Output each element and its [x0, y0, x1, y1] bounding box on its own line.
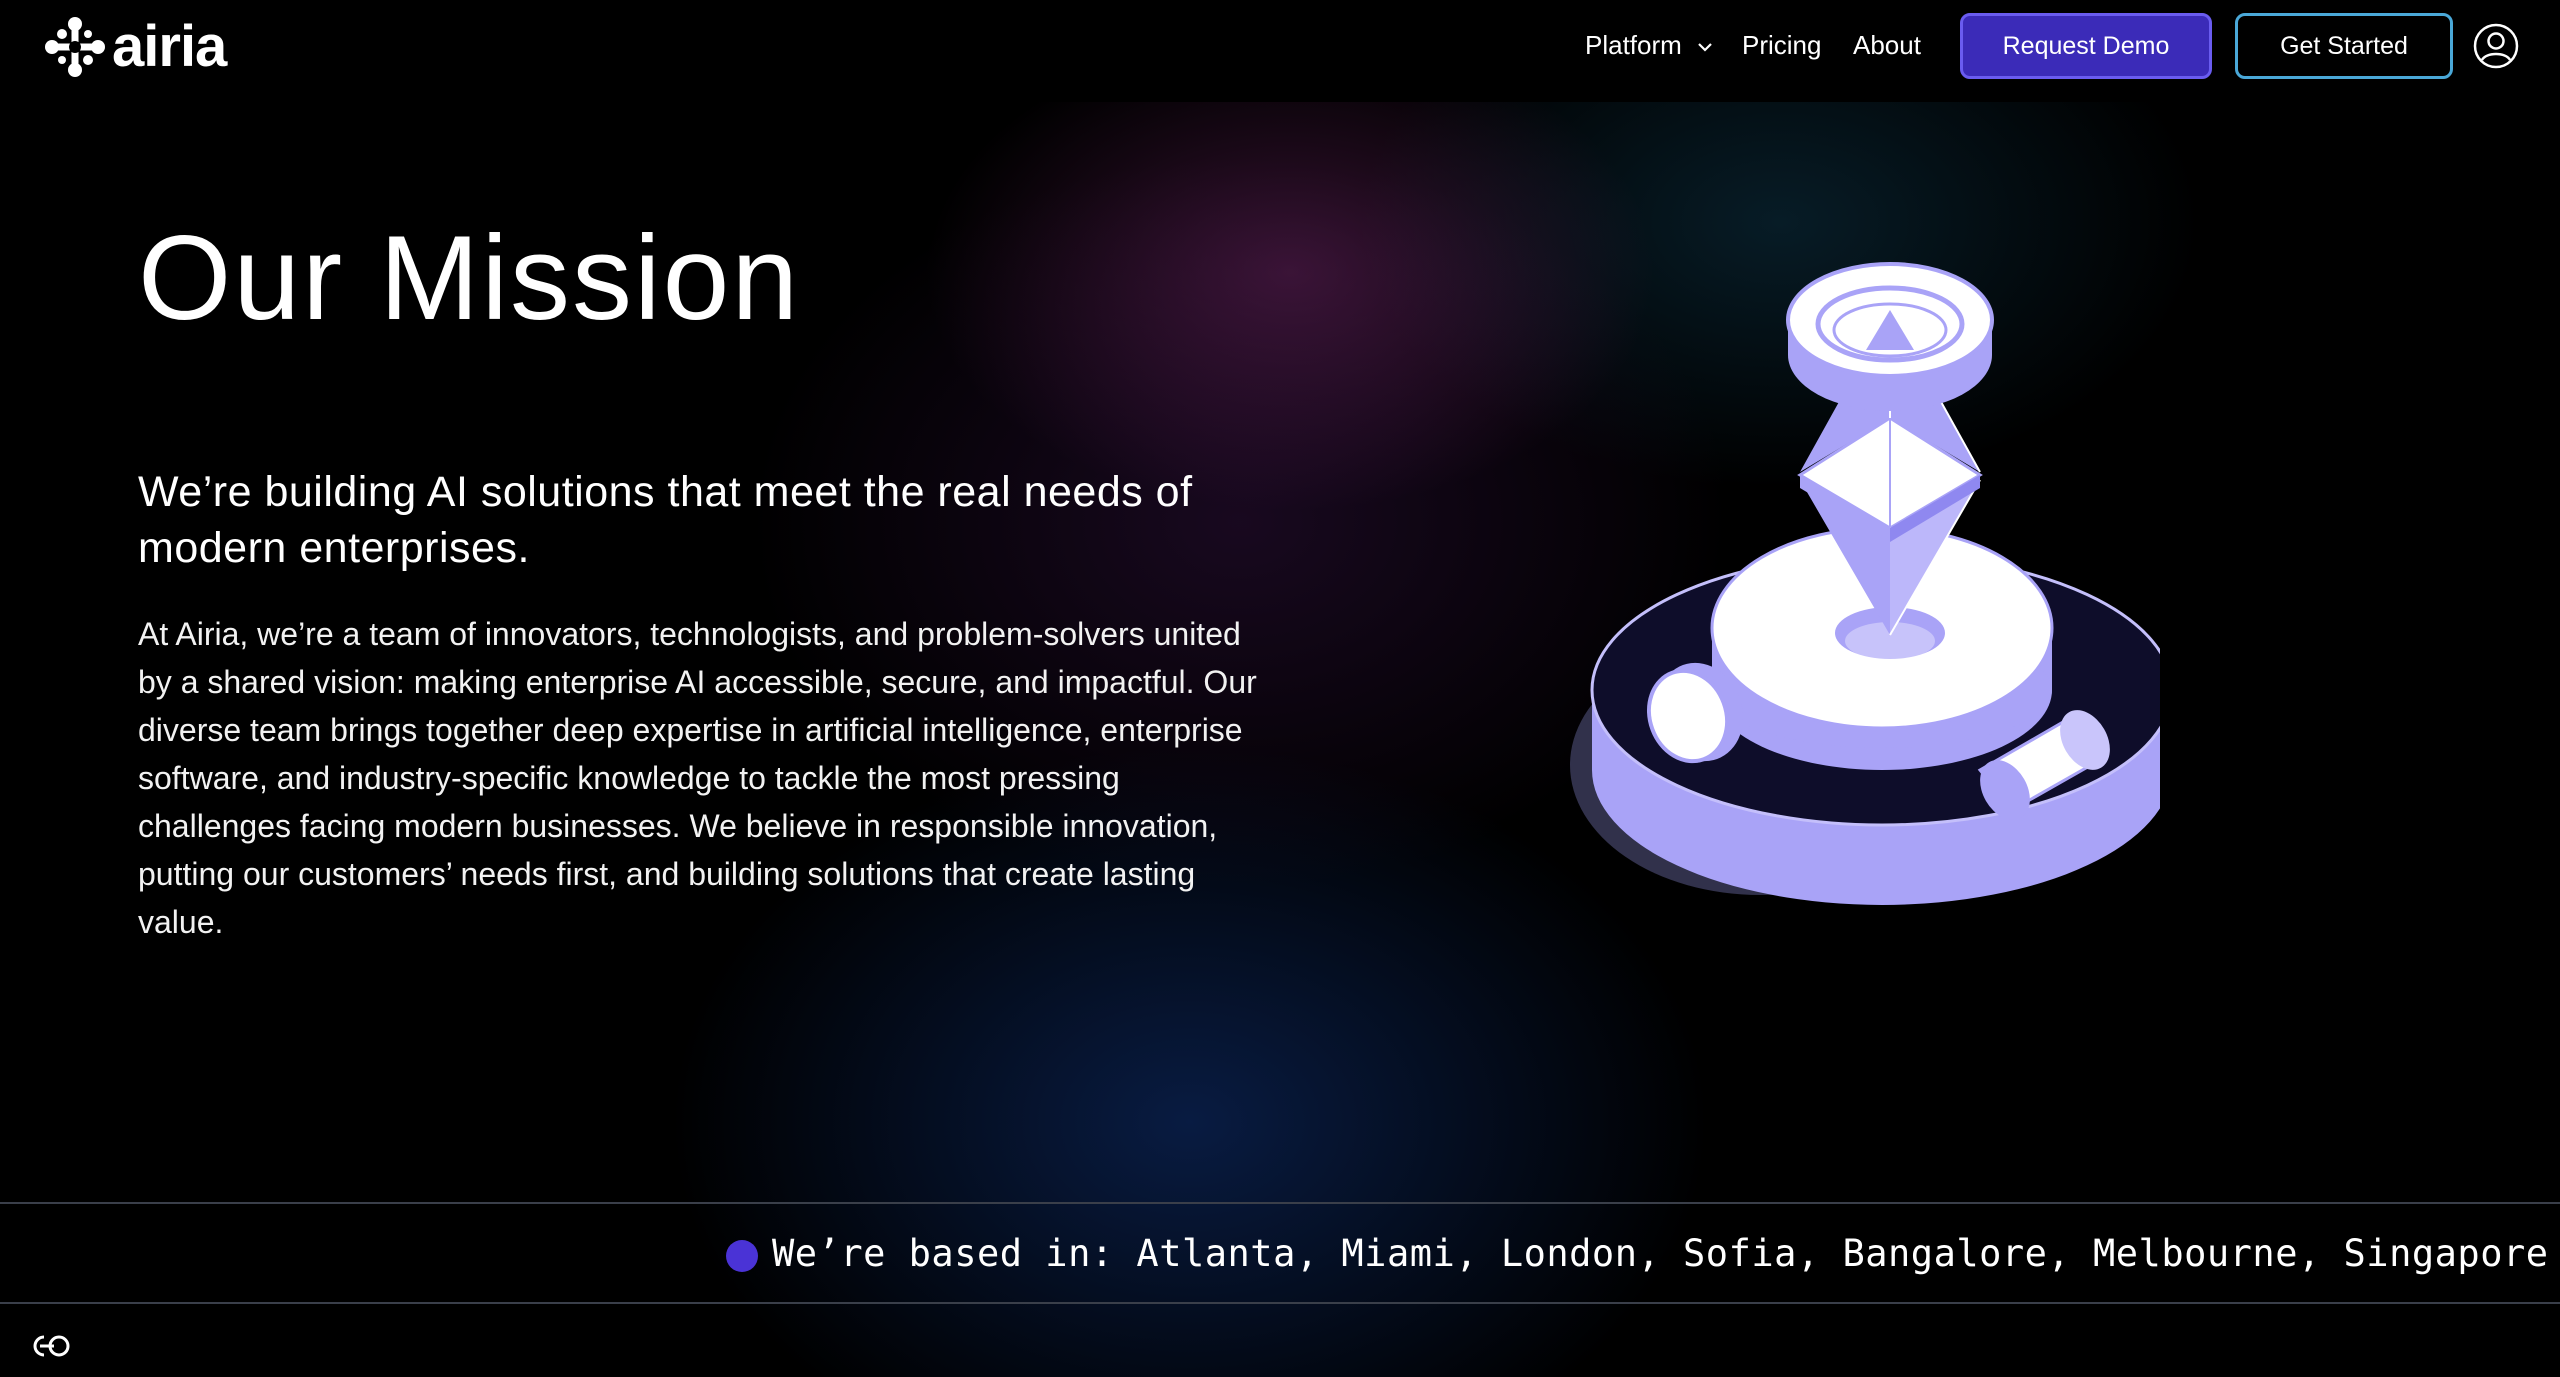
request-demo-button[interactable]: Request Demo	[1960, 13, 2212, 79]
airia-logo-icon	[45, 17, 105, 77]
nav-item-platform[interactable]: Platform	[1585, 30, 1713, 61]
ai-model-illustration	[1570, 262, 2160, 905]
brand-logo[interactable]: airia	[44, 14, 227, 79]
office-locations-bar: We’re based in: Atlanta, Miami, London, …	[0, 1202, 2560, 1304]
mission-lead-text: We’re building AI solutions that meet th…	[138, 468, 1193, 572]
top-navigation-bar: airia Platform Pricing About Request Dem…	[0, 0, 2560, 102]
brand-wordmark: airia	[112, 14, 227, 79]
mission-body-text: At Airia, we’re a team of innovators, te…	[138, 616, 1257, 940]
location-dot-icon	[726, 1240, 758, 1272]
nav-platform-label: Platform	[1585, 30, 1682, 60]
chevron-down-icon	[1698, 43, 1712, 52]
nav-item-about[interactable]: About	[1853, 30, 1921, 61]
get-started-button[interactable]: Get Started	[2235, 13, 2453, 79]
user-account-icon[interactable]	[2472, 22, 2520, 70]
page-title: Our Mission	[138, 211, 801, 345]
office-locations-text: We’re based in: Atlanta, Miami, London, …	[772, 1232, 2549, 1275]
cookie-settings-icon[interactable]	[28, 1334, 72, 1358]
nav-item-pricing[interactable]: Pricing	[1742, 30, 1821, 61]
